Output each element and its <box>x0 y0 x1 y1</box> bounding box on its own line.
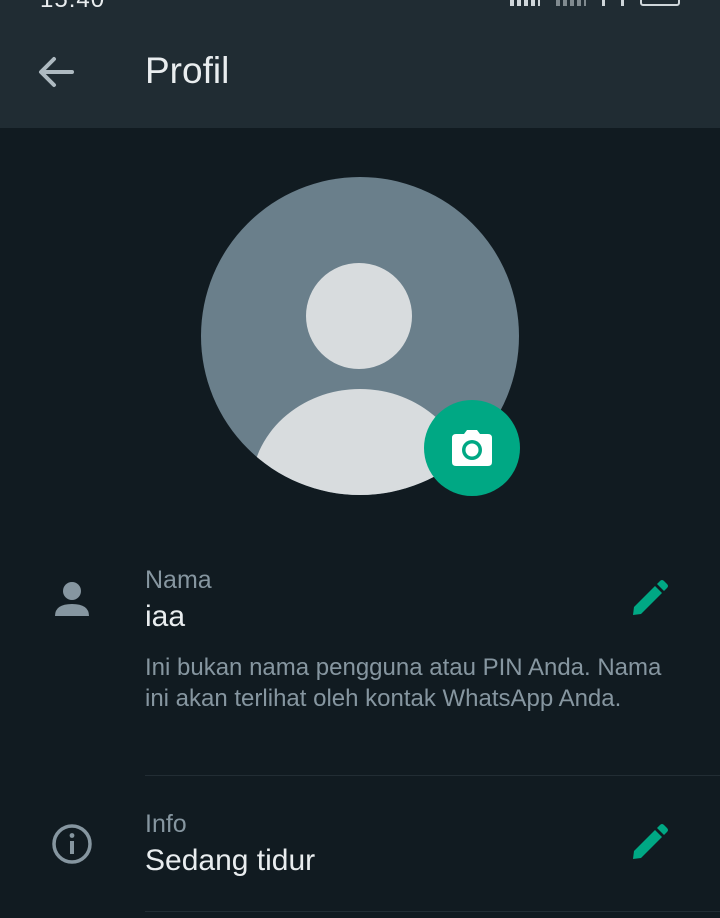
page-title: Profil <box>145 50 230 91</box>
divider <box>145 911 720 912</box>
divider <box>145 775 720 776</box>
info-circle-icon <box>48 820 96 868</box>
person-icon <box>48 576 96 624</box>
edit-info-button[interactable] <box>624 820 672 868</box>
profile-screen: Profil 15:40 Nama iaa I <box>0 0 720 918</box>
signal-secondary-icon <box>556 0 586 6</box>
avatar-head <box>306 263 412 369</box>
info-label: Info <box>145 810 187 838</box>
pencil-icon <box>633 580 668 615</box>
wifi-icon <box>602 0 624 6</box>
pencil-icon <box>633 824 668 859</box>
camera-icon <box>452 430 492 466</box>
battery-icon <box>640 0 680 6</box>
name-label: Nama <box>145 566 212 594</box>
name-hint: Ini bukan nama pengguna atau PIN Anda. N… <box>145 654 662 712</box>
arrow-left-icon <box>39 57 74 87</box>
status-bar: 15:40 <box>0 0 720 14</box>
edit-name-button[interactable] <box>624 576 672 624</box>
change-photo-button[interactable] <box>424 400 520 496</box>
status-icons <box>510 0 680 6</box>
info-value[interactable]: Sedang tidur <box>145 844 315 878</box>
status-time: 15:40 <box>40 0 105 14</box>
signal-icon <box>510 0 540 6</box>
app-bar: Profil <box>0 0 720 128</box>
name-value[interactable]: iaa <box>145 600 185 634</box>
back-button[interactable] <box>32 52 80 92</box>
